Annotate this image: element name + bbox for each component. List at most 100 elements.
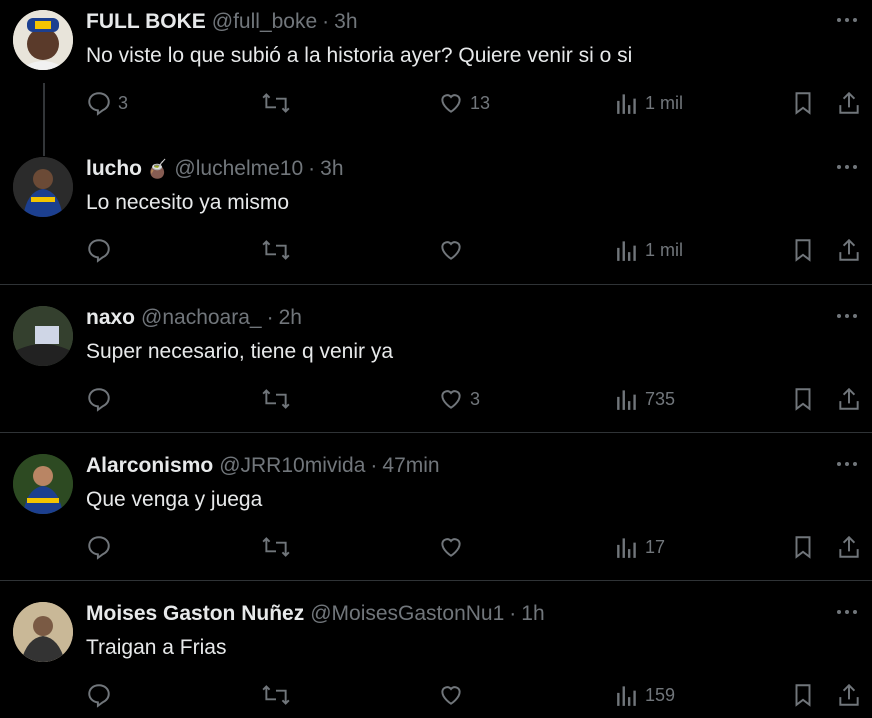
reply-button[interactable] [86,235,118,265]
author-name[interactable]: Alarconismo [86,454,213,478]
more-options-button[interactable] [834,157,860,177]
avatar[interactable] [13,602,73,662]
tweet[interactable]: lucho 🧉 @luchelme10 · 3h Lo necesito ya … [0,157,872,283]
timestamp[interactable]: 1h [521,602,544,626]
timestamp[interactable]: 3h [334,10,357,34]
bookmark-icon [795,536,811,559]
author-name[interactable]: lucho [86,157,142,181]
separator: · [370,454,378,477]
avatar[interactable] [13,10,73,70]
author-name[interactable]: Moises Gaston Nuñez [86,602,304,626]
share-icon [839,91,859,114]
reply-button[interactable] [86,680,118,710]
reply-icon [88,684,110,708]
view-count: 1 mil [645,92,684,113]
more-options-button[interactable] [834,454,860,474]
like-button[interactable] [438,532,470,562]
timestamp[interactable]: 2h [279,306,302,330]
views-button[interactable]: 1 mil [615,235,683,265]
share-button[interactable] [836,532,862,562]
author-handle[interactable]: @nachoara_ [141,306,262,330]
separator: · [322,10,330,33]
views-button[interactable]: 159 [615,680,675,710]
retweet-button[interactable] [261,532,297,562]
more-options-button[interactable] [834,10,860,30]
author-handle[interactable]: @full_boke [212,10,317,34]
views-button[interactable]: 735 [615,384,675,414]
tweet-text: Traigan a Frias [86,636,227,659]
tweet-text: Lo necesito ya mismo [86,191,290,214]
view-count: 17 [645,536,666,557]
tweet[interactable]: naxo @nachoara_ · 2h Super necesario, ti… [0,306,872,432]
tweet[interactable]: Alarconismo @JRR10mivida · 47min Que ven… [0,454,872,580]
bookmark-icon [795,388,811,411]
heart-icon [441,538,461,557]
views-button[interactable]: 1 mil [615,88,683,118]
like-count: 3 [470,388,481,409]
tweet-text: Que venga y juega [86,488,263,511]
reply-icon [88,92,110,116]
bookmark-button[interactable] [791,384,815,414]
share-icon [839,535,859,558]
avatar[interactable] [13,306,73,366]
reply-icon [88,536,110,560]
separator: · [308,157,316,180]
reply-button[interactable]: 3 [86,88,128,118]
tweet[interactable]: FULL BOKE @full_boke · 3h No viste lo qu… [0,10,872,156]
divider [0,284,872,285]
tweet-text: No viste lo que subió a la historia ayer… [86,44,633,67]
author-handle[interactable]: @JRR10mivida [219,454,365,478]
divider [0,432,872,433]
like-button[interactable] [438,235,470,265]
like-button[interactable]: 13 [438,88,490,118]
timestamp[interactable]: 47min [382,454,439,478]
retweet-icon [262,93,290,113]
avatar[interactable] [13,454,73,514]
author-name[interactable]: FULL BOKE [86,10,206,34]
author-handle[interactable]: @MoisesGastonNu1 [310,602,504,626]
bookmark-icon [795,239,811,262]
share-button[interactable] [836,384,862,414]
share-button[interactable] [836,88,862,118]
share-button[interactable] [836,680,862,710]
heart-icon [441,390,461,409]
more-options-button[interactable] [834,602,860,622]
author-name[interactable]: naxo [86,306,135,330]
share-button[interactable] [836,235,862,265]
heart-icon [441,94,461,113]
bookmark-button[interactable] [791,88,815,118]
more-options-button[interactable] [834,306,860,326]
reply-icon [88,388,110,412]
reply-icon [88,239,110,263]
views-icon [617,686,636,706]
retweet-button[interactable] [261,680,297,710]
bookmark-button[interactable] [791,532,815,562]
reply-button[interactable] [86,532,118,562]
bookmark-icon [795,92,811,115]
views-icon [617,241,636,261]
like-count: 13 [470,92,491,113]
timestamp[interactable]: 3h [320,157,343,181]
retweet-button[interactable] [261,235,297,265]
avatar[interactable] [13,157,73,217]
views-icon [617,94,636,114]
view-count: 159 [645,684,676,705]
view-count: 735 [645,388,676,409]
tweet[interactable]: Moises Gaston Nuñez @MoisesGastonNu1 · 1… [0,602,872,718]
retweet-button[interactable] [261,88,297,118]
retweet-button[interactable] [261,384,297,414]
separator: · [266,306,274,329]
author-handle[interactable]: @luchelme10 [174,157,303,181]
like-button[interactable] [438,680,470,710]
retweet-icon [262,389,290,409]
view-count: 1 mil [645,239,684,260]
reply-button[interactable] [86,384,118,414]
views-icon [617,538,636,558]
heart-icon [441,686,461,705]
views-icon [617,390,636,410]
share-icon [839,683,859,706]
like-button[interactable]: 3 [438,384,480,414]
bookmark-button[interactable] [791,680,815,710]
bookmark-button[interactable] [791,235,815,265]
views-button[interactable]: 17 [615,532,665,562]
